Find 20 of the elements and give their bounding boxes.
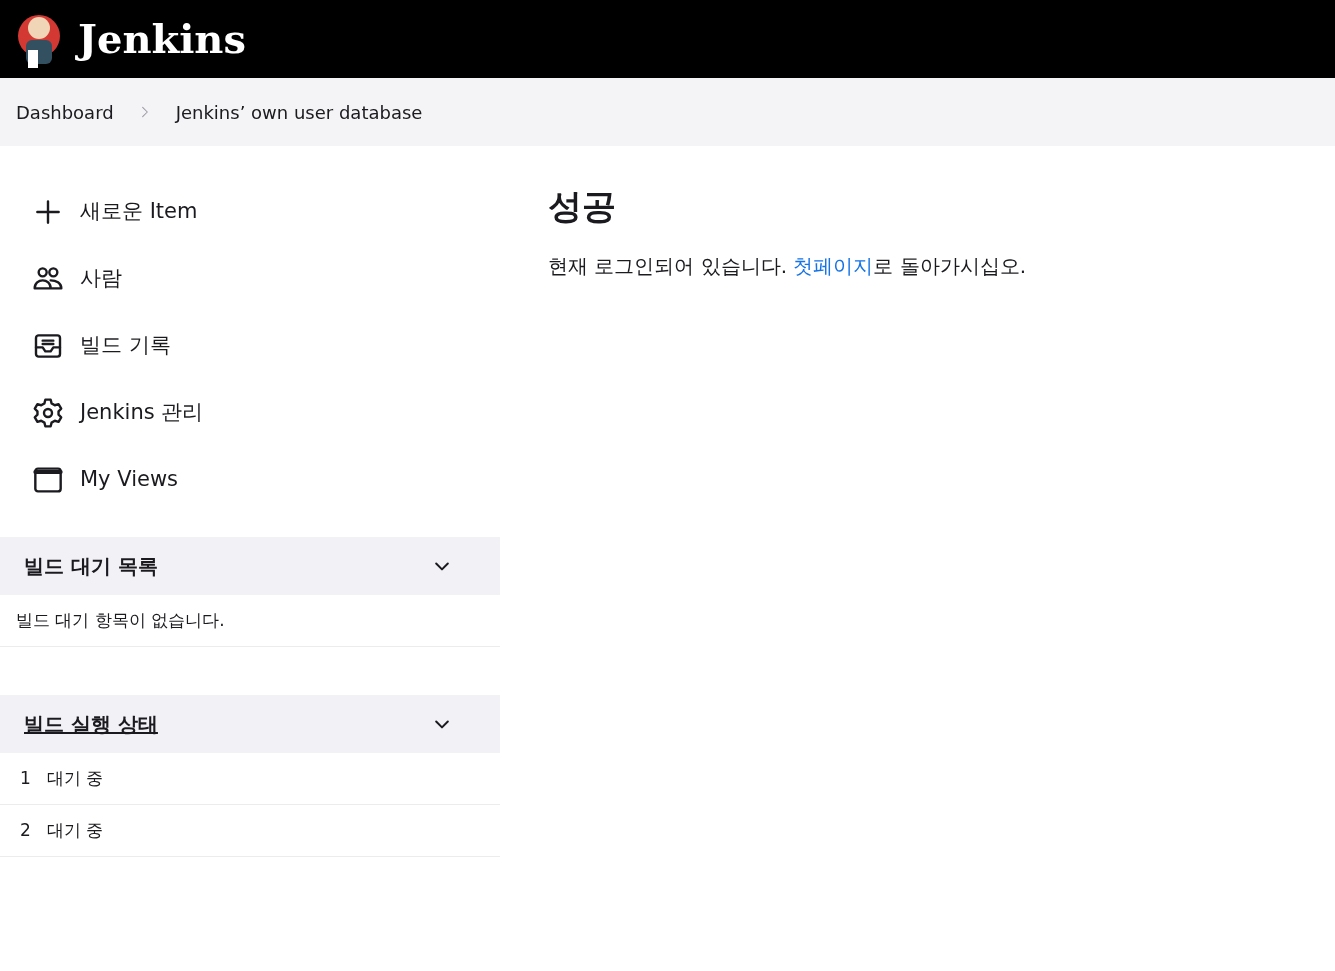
- sidebar-item[interactable]: My Views: [24, 446, 476, 513]
- executor-number: 1: [19, 766, 31, 790]
- message-text: 현재 로그인되어 있습니다. 첫페이지로 돌아가시십오.: [548, 252, 1028, 280]
- sidebar-item[interactable]: 사람: [24, 245, 476, 312]
- sidebar-item[interactable]: 새로운 Item: [24, 178, 476, 245]
- panel-header[interactable]: 빌드 실행 상태: [0, 695, 500, 753]
- breadcrumb-link[interactable]: Jenkins’ own user database: [175, 98, 423, 126]
- sidebar-item[interactable]: 빌드 기록: [24, 312, 476, 379]
- executor-status: 대기 중: [46, 818, 104, 842]
- breadcrumb-link[interactable]: Dashboard: [16, 98, 114, 126]
- executor-number: 2: [19, 818, 31, 842]
- executor-status: 대기 중: [46, 766, 104, 790]
- sidebar-item[interactable]: Jenkins 관리: [24, 379, 476, 446]
- empty-queue-text: 빌드 대기 항목이 없습니다.: [16, 608, 225, 632]
- settings-icon: [32, 396, 64, 429]
- panel-header[interactable]: 빌드 대기 목록: [0, 537, 500, 595]
- page-heading: 성공: [548, 186, 617, 227]
- panel-title[interactable]: 빌드 실행 상태: [24, 709, 158, 739]
- home-link[interactable]: 첫페이지: [793, 253, 874, 278]
- panel-title[interactable]: 빌드 대기 목록: [24, 551, 158, 581]
